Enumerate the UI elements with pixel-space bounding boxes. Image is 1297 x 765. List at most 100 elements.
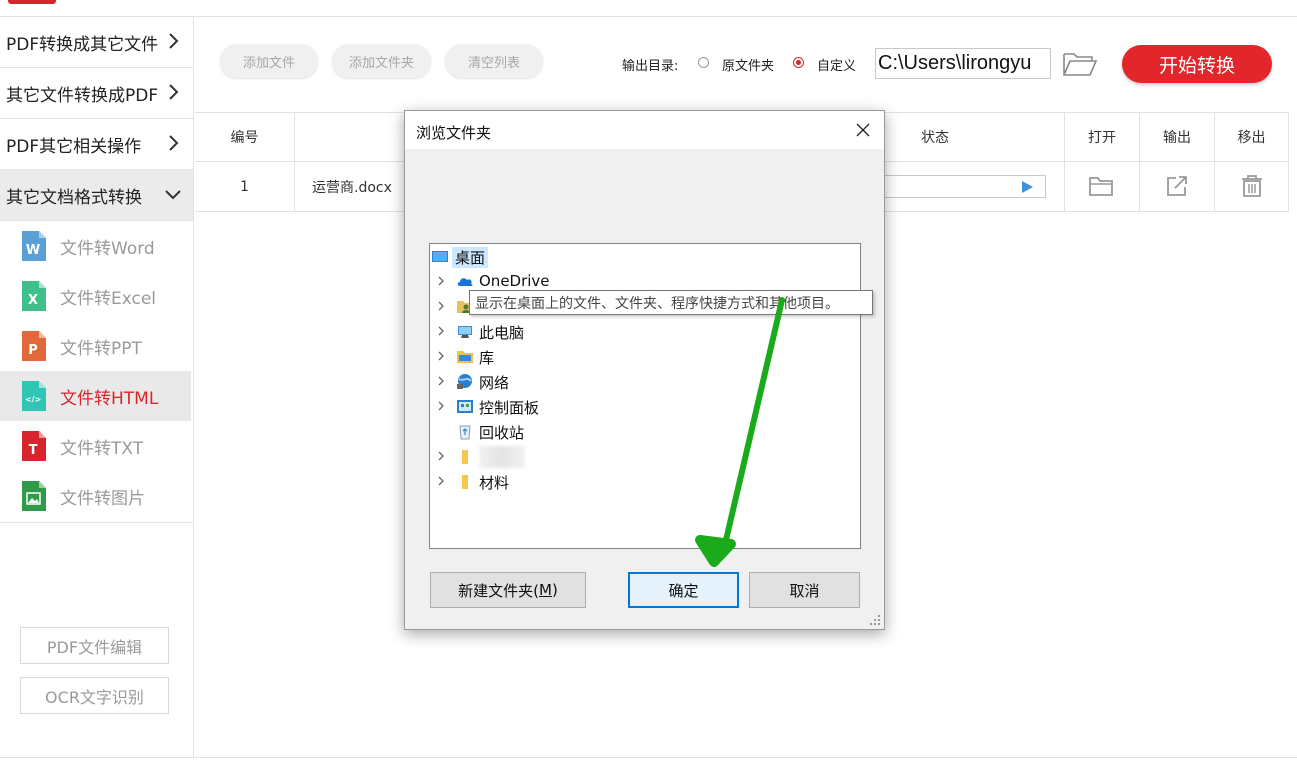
output-path-input[interactable]: C:\Users\lirongyu [875,48,1051,79]
start-convert-button[interactable]: 开始转换 [1122,45,1272,83]
blurred-label [479,446,525,468]
col-header-output: 输出 [1140,113,1214,161]
browse-folder-icon[interactable] [1062,50,1098,78]
sub-item-label: 文件转图片 [60,484,145,509]
chevron-right-icon [163,82,183,102]
tree-item-desktop[interactable]: 桌面 [430,244,860,269]
ocr-button[interactable]: OCR文字识别 [20,677,169,714]
dialog-title: 浏览文件夹 [416,122,491,143]
output-dir-label: 输出目录: [622,55,678,74]
tree-item-recycle-bin[interactable]: 回收站 [430,419,860,444]
tree-item-libraries[interactable]: 库 [430,344,860,369]
app-logo [8,0,56,4]
image-file-icon [20,480,48,512]
table-col-divider [294,113,295,211]
nav-label: PDF转换成其它文件 [6,30,158,55]
chevron-right-icon [163,31,183,51]
library-icon [456,348,474,365]
ok-button[interactable]: 确定 [628,572,739,608]
desktop-icon [431,248,449,265]
clear-list-button[interactable]: 清空列表 [445,44,543,78]
excel-file-icon: X [20,280,48,312]
sub-item-to-image[interactable]: 文件转图片 [0,471,191,521]
sub-item-label: 文件转Excel [60,284,156,309]
option-custom-label: 自定义 [817,55,856,74]
folder-tree[interactable]: 桌面 OneDrive 此电脑 库 [429,243,861,549]
svg-text:X: X [28,293,38,308]
pdf-edit-button[interactable]: PDF文件编辑 [20,627,169,664]
nav-label: 其它文件转换成PDF [6,81,158,106]
sub-item-label: 文件转PPT [60,334,142,359]
nav-pdf-to-other[interactable]: PDF转换成其它文件 [0,17,193,68]
tree-item-label: OneDrive [479,272,550,290]
add-folder-button[interactable]: 添加文件夹 [332,44,431,78]
nav-other-doc-conversion[interactable]: 其它文档格式转换 [0,170,193,221]
open-folder-icon[interactable] [1088,174,1114,198]
svg-text:W: W [26,243,40,258]
table-col-divider [1288,113,1289,211]
export-icon[interactable] [1164,174,1190,198]
add-file-button[interactable]: 添加文件 [220,44,318,78]
sidebar: PDF转换成其它文件 其它文件转换成PDF PDF其它相关操作 其它文档格式转换… [0,17,194,757]
chevron-right-icon[interactable] [436,401,446,411]
sub-item-label: 文件转TXT [60,434,143,459]
row-index: 1 [195,162,294,211]
tree-item-label: 回收站 [479,422,524,443]
tree-item-materials[interactable]: 材料 [430,469,860,494]
chevron-right-icon[interactable] [436,351,446,361]
sub-item-to-excel[interactable]: X 文件转Excel [0,271,191,321]
trash-icon[interactable] [1239,174,1265,198]
tree-item-label: 材料 [479,472,509,493]
tree-item-label: 此电脑 [479,322,524,343]
resize-grip-icon[interactable] [869,614,881,626]
recycle-bin-icon [456,423,474,440]
new-folder-hotkey: M [539,581,552,599]
tree-item-network[interactable]: 网络 [430,369,860,394]
computer-icon [456,323,474,340]
folder-icon [456,448,474,465]
new-folder-label-close: ) [552,581,558,599]
chevron-right-icon[interactable] [436,301,446,311]
col-header-status: 状态 [885,113,985,161]
chevron-right-icon[interactable] [436,326,446,336]
sub-item-to-html[interactable]: </> 文件转HTML [0,371,191,421]
chevron-right-icon[interactable] [436,476,446,486]
browse-folder-dialog: 浏览文件夹 桌面 OneDrive 此电脑 [404,110,885,630]
dialog-titlebar[interactable]: 浏览文件夹 [405,111,884,149]
tree-item-control-panel[interactable]: 控制面板 [430,394,860,419]
radio-original-folder[interactable] [698,57,709,68]
sub-item-to-ppt[interactable]: P 文件转PPT [0,321,191,371]
option-original-label: 原文件夹 [722,55,774,74]
tree-item-hidden-folder[interactable] [430,444,860,469]
sub-item-label: 文件转Word [60,234,155,259]
nav-label: 其它文档格式转换 [6,183,142,208]
col-header-index: 编号 [195,113,294,161]
footer-divider [0,757,1297,758]
close-icon[interactable] [848,115,878,145]
txt-file-icon: T [20,430,48,462]
cancel-button[interactable]: 取消 [749,572,860,608]
desktop-tooltip: 显示在桌面上的文件、文件夹、程序快捷方式和其他项目。 [469,290,873,315]
radio-custom[interactable] [793,57,804,68]
tree-item-label: 网络 [479,372,509,393]
network-icon [456,373,474,390]
play-icon[interactable] [1022,181,1033,193]
html-file-icon: </> [20,380,48,412]
tree-item-label: 桌面 [452,247,488,268]
chevron-right-icon[interactable] [436,451,446,461]
tree-item-this-pc[interactable]: 此电脑 [430,319,860,344]
nav-other-to-pdf[interactable]: 其它文件转换成PDF [0,68,193,119]
sub-item-to-word[interactable]: W 文件转Word [0,221,191,271]
new-folder-button[interactable]: 新建文件夹(M) [430,572,586,608]
chevron-right-icon[interactable] [436,276,446,286]
header-divider [0,16,1297,17]
col-header-open: 打开 [1065,113,1139,161]
nav-pdf-operations[interactable]: PDF其它相关操作 [0,119,193,170]
col-header-remove: 移出 [1215,113,1288,161]
chevron-down-icon [163,184,183,204]
chevron-right-icon[interactable] [436,376,446,386]
folder-icon [456,473,474,490]
row-filename: 运营商.docx [312,162,402,211]
tree-item-label: 库 [479,347,494,368]
sub-item-to-txt[interactable]: T 文件转TXT [0,421,191,471]
